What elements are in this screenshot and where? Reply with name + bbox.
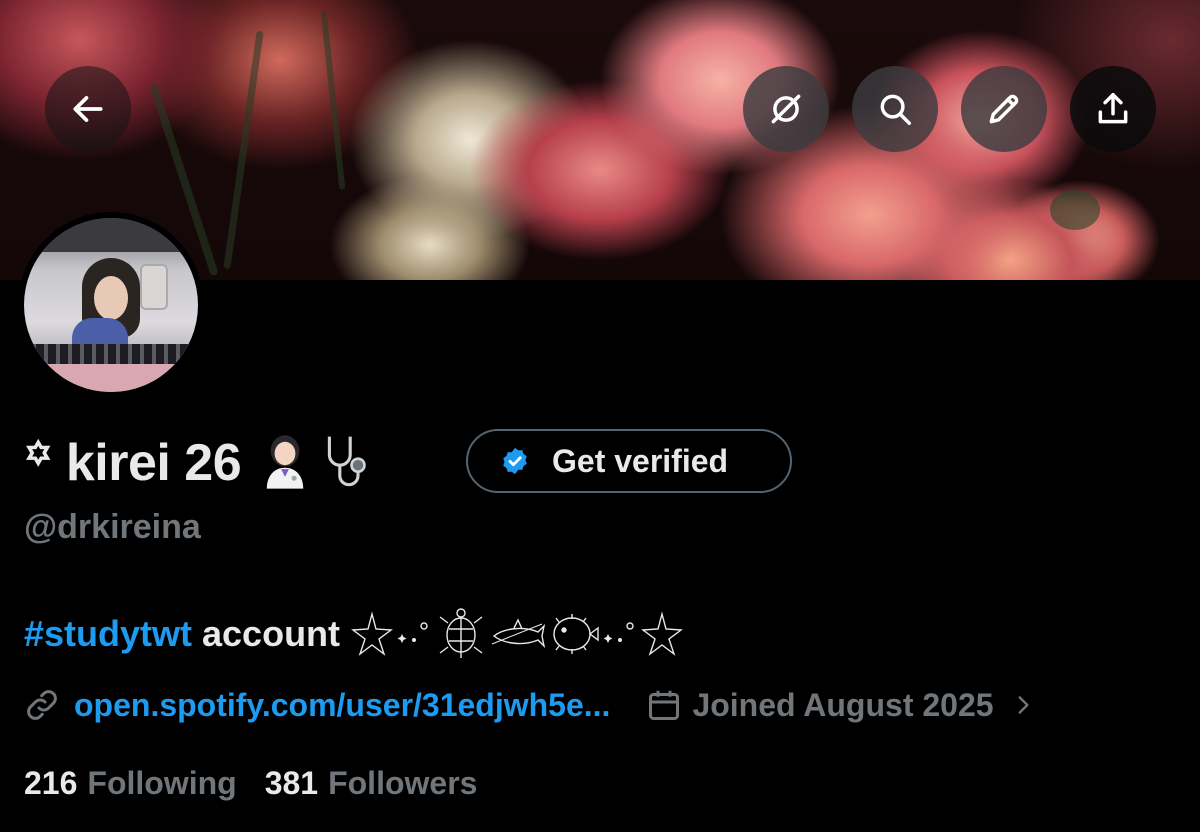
followers-link[interactable]: 381 Followers	[265, 765, 478, 802]
bio-hashtag-link[interactable]: #studytwt	[24, 613, 192, 655]
get-verified-button[interactable]: Get verified	[466, 429, 792, 493]
profile-meta: open.spotify.com/user/31edjwh5e... Joine…	[24, 680, 1036, 730]
sparkle-dots-icon	[397, 622, 428, 643]
avatar[interactable]	[18, 212, 204, 398]
woman-health-worker-emoji	[266, 435, 304, 489]
followers-label: Followers	[328, 764, 478, 801]
edit-button[interactable]	[961, 66, 1047, 152]
grok-button[interactable]	[743, 66, 829, 152]
calendar-icon	[649, 690, 680, 720]
edit-icon	[989, 94, 1019, 124]
back-button[interactable]	[45, 66, 131, 152]
turtle-icon	[439, 608, 483, 658]
chevron-right-icon	[1018, 696, 1029, 714]
bio-text: account	[202, 613, 341, 654]
arrow-left-icon	[73, 96, 103, 122]
search-icon	[880, 94, 911, 125]
following-label: Following	[87, 764, 237, 801]
starfish-icon	[351, 611, 393, 656]
share-button[interactable]	[1070, 66, 1156, 152]
joined-date[interactable]: Joined August 2025	[646, 687, 1035, 724]
follow-stats: 216 Following 381 Followers	[24, 758, 477, 808]
verified-badge-icon	[503, 447, 527, 475]
search-button[interactable]	[852, 66, 938, 152]
following-count: 216	[24, 764, 78, 801]
pufferfish-icon	[553, 614, 599, 654]
website-link[interactable]: open.spotify.com/user/31edjwh5e...	[74, 687, 610, 724]
get-verified-label: Get verified	[552, 442, 729, 479]
shark-icon	[491, 618, 546, 649]
joined-label: Joined August 2025	[692, 686, 994, 723]
following-link[interactable]: 216 Following	[24, 765, 237, 802]
profile-bio: #studytwt account	[24, 604, 686, 664]
name-emojis	[259, 431, 371, 489]
bio-decorations	[348, 605, 686, 663]
stethoscope-emoji	[327, 436, 366, 487]
link-icon	[27, 690, 57, 720]
starfish-icon-2	[641, 611, 683, 656]
profile-handle: @drkireina	[24, 508, 201, 546]
name-row: ꙳ kirei 26	[24, 425, 371, 495]
avatar-image	[24, 218, 198, 392]
followers-count: 381	[264, 764, 319, 801]
share-icon	[1098, 93, 1128, 124]
display-name: ꙳ kirei 26	[24, 433, 242, 492]
sparkle-dots-icon-2	[603, 622, 634, 643]
profile-page: ꙳ kirei 26 Get verified @drkireina #stud…	[0, 0, 1200, 832]
grok-icon	[771, 94, 801, 124]
